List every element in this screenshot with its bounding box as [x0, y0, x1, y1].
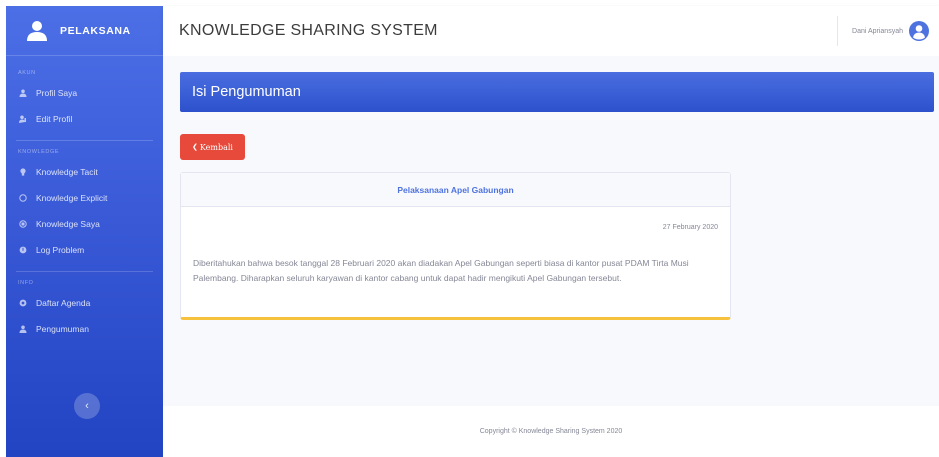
- back-button[interactable]: ❮ Kembali: [180, 134, 245, 160]
- sidebar-item-knowledge-tacit[interactable]: Knowledge Tacit: [6, 159, 163, 185]
- circle-icon: [18, 193, 28, 203]
- book-icon: [18, 219, 28, 229]
- announcement-date: 27 February 2020: [662, 224, 718, 231]
- chevron-left-icon: ‹: [85, 400, 89, 412]
- sidebar: PELAKSANA AKUN Profil Saya Edit Profil K…: [6, 6, 163, 457]
- sidebar-item-label: Profil Saya: [36, 88, 78, 98]
- brand-name: PELAKSANA: [60, 24, 131, 37]
- announcement-title: Pelaksanaan Apel Gabungan: [397, 184, 514, 195]
- sidebar-toggle-button[interactable]: ‹: [74, 393, 100, 419]
- sidebar-divider: [16, 140, 153, 141]
- sidebar-item-knowledge-saya[interactable]: Knowledge Saya: [6, 211, 163, 237]
- warning-icon: [18, 245, 28, 255]
- sidebar-item-label: Pengumuman: [36, 324, 89, 334]
- topbar: KNOWLEDGE SHARING SYSTEM Dani Apriansyah: [163, 6, 939, 56]
- footer: Copyright © Knowledge Sharing System 202…: [163, 406, 939, 457]
- sidebar-item-label: Knowledge Tacit: [36, 167, 98, 177]
- announcement-card: Pelaksanaan Apel Gabungan 27 February 20…: [180, 172, 731, 320]
- user-icon: [18, 88, 28, 98]
- user-name: Dani Apriansyah: [852, 27, 903, 35]
- back-button-label: Kembali: [199, 142, 233, 152]
- sidebar-item-label: Log Problem: [36, 245, 85, 255]
- copyright-text: Copyright © Knowledge Sharing System 202…: [479, 428, 623, 435]
- page-title: Isi Pengumuman: [192, 84, 301, 100]
- calendar-icon: [18, 298, 28, 308]
- sidebar-item-label: Edit Profil: [36, 114, 73, 124]
- sidebar-item-log-problem[interactable]: Log Problem: [6, 237, 163, 263]
- sidebar-item-knowledge-explicit[interactable]: Knowledge Explicit: [6, 185, 163, 211]
- sidebar-item-edit-profil[interactable]: Edit Profil: [6, 106, 163, 132]
- sidebar-item-label: Knowledge Saya: [36, 219, 100, 229]
- megaphone-icon: [18, 324, 28, 334]
- sidebar-brand[interactable]: PELAKSANA: [6, 6, 163, 56]
- user-menu[interactable]: Dani Apriansyah: [837, 16, 929, 46]
- announcement-card-header: Pelaksanaan Apel Gabungan: [181, 173, 730, 207]
- chevron-left-icon: ❮: [192, 143, 198, 151]
- user-edit-icon: [18, 114, 28, 124]
- user-icon: [26, 20, 48, 42]
- sidebar-item-pengumuman[interactable]: Pengumuman: [6, 316, 163, 342]
- sidebar-item-label: Daftar Agenda: [36, 298, 91, 308]
- lightbulb-icon: [18, 167, 28, 177]
- announcement-body: Diberitahukan bahwa besok tanggal 28 Feb…: [193, 258, 689, 283]
- sidebar-divider: [16, 271, 153, 272]
- sidebar-item-profil-saya[interactable]: Profil Saya: [6, 80, 163, 106]
- sidebar-item-label: Knowledge Explicit: [36, 193, 108, 203]
- sidebar-item-daftar-agenda[interactable]: Daftar Agenda: [6, 290, 163, 316]
- user-circle-icon: [909, 21, 929, 41]
- page-header: Isi Pengumuman: [180, 72, 934, 112]
- app-title: KNOWLEDGE SHARING SYSTEM: [179, 22, 438, 39]
